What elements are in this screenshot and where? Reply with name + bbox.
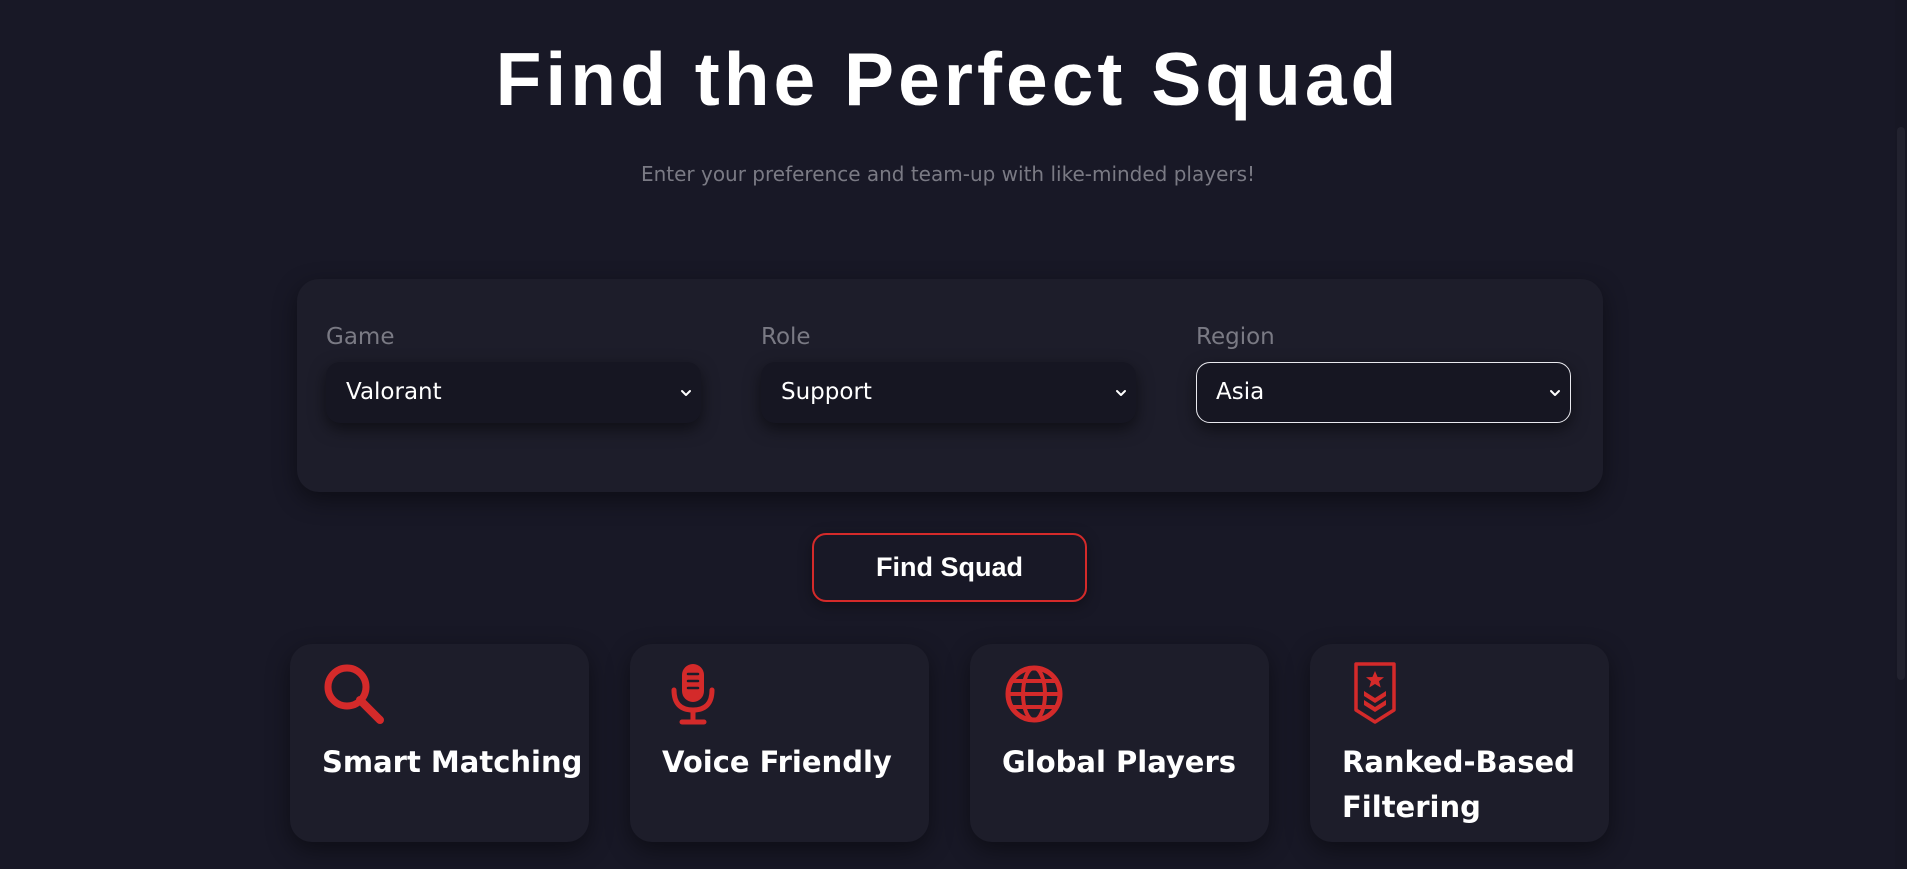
microphone-icon (671, 664, 715, 725)
globe-icon (1005, 665, 1063, 723)
rank-badge-icon (1354, 662, 1396, 724)
page-title: Find the Perfect Squad (495, 37, 1401, 121)
feature-card-ranked-filtering: Ranked-Based Filtering (1310, 644, 1609, 842)
feature-card-global-players: Global Players (970, 644, 1269, 842)
feature-title: Global Players (1002, 745, 1237, 779)
page: Find the Perfect Squad Enter your prefer… (0, 0, 1907, 869)
game-label: Game (326, 324, 395, 350)
feature-card-voice-friendly: Voice Friendly (630, 644, 929, 842)
game-field: Game Valorant (326, 322, 701, 423)
chevron-down-icon (1116, 389, 1126, 396)
page-subtitle: Enter your preference and team-up with l… (640, 162, 1256, 186)
feature-card-smart-matching: Smart Matching (290, 644, 589, 842)
role-select-value: Support (781, 379, 872, 405)
role-field: Role Support (761, 322, 1136, 423)
chevron-down-icon (1550, 389, 1560, 396)
scrollbar-track[interactable] (1895, 0, 1907, 869)
chevron-down-icon (681, 389, 691, 396)
role-label: Role (761, 324, 811, 350)
squad-filter-form: Game Valorant Role Support Region Asia (297, 279, 1603, 492)
region-select-value: Asia (1216, 379, 1265, 405)
region-field: Region Asia (1196, 322, 1571, 423)
feature-title: Voice Friendly (662, 745, 892, 779)
feature-title: Ranked-Based Filtering (1342, 745, 1575, 824)
region-label: Region (1196, 324, 1275, 350)
find-squad-button[interactable]: Find Squad (812, 533, 1087, 602)
region-select[interactable]: Asia (1196, 362, 1571, 423)
role-select[interactable]: Support (761, 362, 1136, 423)
game-select[interactable]: Valorant (326, 362, 701, 423)
scrollbar-thumb[interactable] (1897, 127, 1905, 680)
search-icon (324, 664, 384, 724)
game-select-value: Valorant (346, 379, 442, 405)
feature-title: Smart Matching (322, 745, 583, 779)
